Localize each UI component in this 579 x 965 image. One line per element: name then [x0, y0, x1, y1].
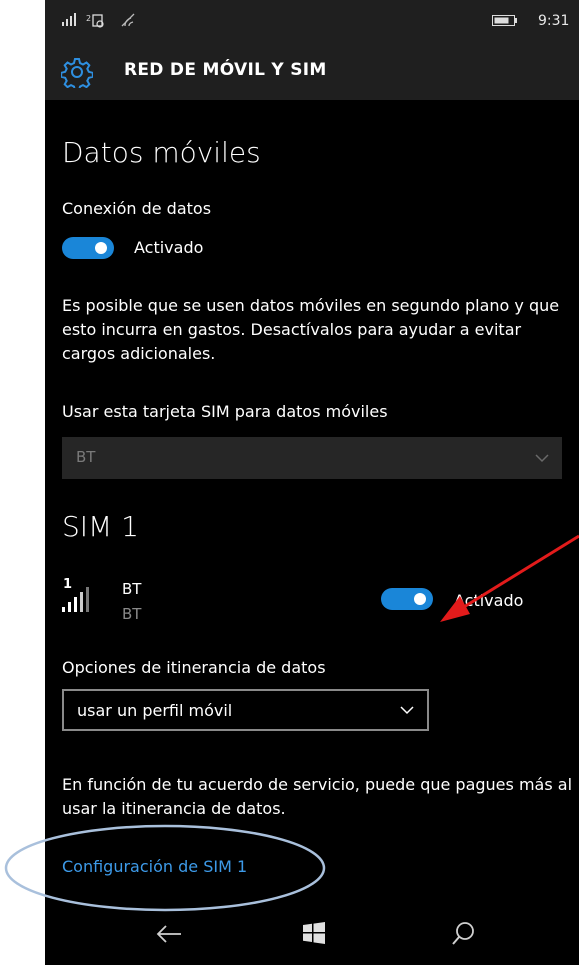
sim-select-dropdown[interactable]: BT — [62, 437, 562, 479]
mobile-data-notice: Es posible que se usen datos móviles en … — [62, 296, 560, 363]
sim1-toggle[interactable] — [381, 588, 433, 610]
search-icon[interactable] — [451, 921, 475, 947]
roaming-notice: En función de tu acuerdo de servicio, pu… — [62, 775, 573, 818]
roaming-value: usar un perfil móvil — [77, 701, 233, 720]
sim-carrier: BT — [122, 580, 142, 598]
chevron-down-icon — [400, 706, 414, 715]
section-heading-mobile-data: Datos móviles — [62, 136, 261, 169]
navigation-bar — [45, 900, 579, 965]
toggle-knob — [95, 242, 107, 254]
svg-text:2: 2 — [86, 14, 91, 23]
sim1-toggle-label: Activado — [454, 591, 524, 610]
phone-screen: 2 9:31 RED DE MÓVIL Y SIM Datos móviles … — [45, 0, 579, 965]
sim-select-value: BT — [76, 448, 96, 466]
chevron-down-icon — [535, 454, 549, 463]
status-bar: 2 9:31 — [45, 0, 579, 44]
roaming-label: Opciones de itinerancia de datos — [62, 658, 326, 677]
windows-start-icon[interactable] — [303, 922, 325, 944]
roaming-dropdown[interactable]: usar un perfil móvil — [62, 689, 429, 731]
back-arrow-icon[interactable] — [155, 922, 183, 946]
data-connection-toggle[interactable] — [62, 237, 114, 259]
clock: 9:31 — [538, 13, 570, 29]
signal-icon — [62, 13, 76, 26]
sim1-settings-link[interactable]: Configuración de SIM 1 — [62, 857, 247, 876]
battery-icon — [492, 15, 517, 26]
sim-slot-number: 1 — [63, 577, 73, 592]
page-title: RED DE MÓVIL Y SIM — [124, 60, 327, 80]
sim-carrier-sub: BT — [122, 605, 142, 623]
data-connection-label: Conexión de datos — [62, 199, 212, 218]
toggle-knob — [414, 593, 426, 605]
sim-data-icon: 2 — [86, 14, 104, 28]
wifi-icon — [121, 13, 135, 27]
data-connection-toggle-label: Activado — [134, 238, 204, 257]
section-heading-sim1: SIM 1 — [62, 510, 139, 543]
sim-select-label: Usar esta tarjeta SIM para datos móviles — [62, 402, 388, 421]
gear-icon — [61, 58, 93, 88]
